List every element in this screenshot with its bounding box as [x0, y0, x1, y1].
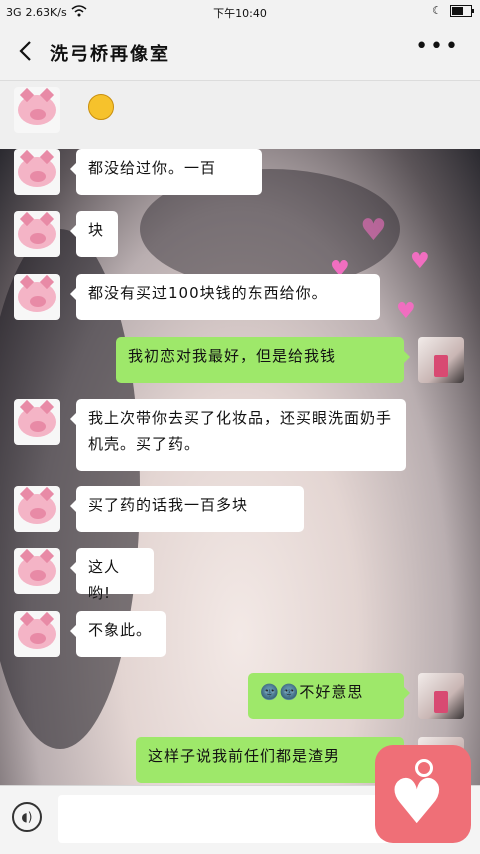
- message-text: 不好意思: [299, 683, 364, 701]
- message-bubble[interactable]: 这人哟!: [70, 548, 154, 602]
- battery-fill: [452, 6, 463, 15]
- pig-icon: [18, 548, 56, 586]
- message-bubble[interactable]: 不象此。: [70, 611, 166, 657]
- message-bubble[interactable]: 我初恋对我最好，但是给我钱: [116, 337, 410, 383]
- contact-avatar[interactable]: [14, 211, 60, 257]
- contact-avatar[interactable]: [14, 274, 60, 320]
- chat-top-strip: [0, 81, 480, 149]
- message-input[interactable]: [58, 795, 392, 843]
- my-avatar[interactable]: [418, 337, 464, 383]
- message-bubble[interactable]: 我上次带你去买了化妆品，还买眼洗面奶手机壳。买了药。: [70, 399, 406, 471]
- contact-avatar[interactable]: [14, 87, 60, 133]
- voice-icon[interactable]: ◖): [12, 802, 42, 832]
- pig-icon: [18, 211, 56, 249]
- pig-icon: [18, 87, 56, 125]
- pig-icon: [18, 149, 56, 187]
- heart-decoration: ♥: [396, 299, 416, 324]
- moon-emoji: 🌚🌚: [260, 683, 300, 701]
- chat-area[interactable]: ♥ ♥ ♥ ♥ 都没给过你。一百 块 都没有买过100块钱的东西给你。 我初恋对…: [0, 81, 480, 785]
- battery-icon: [450, 4, 474, 17]
- status-time: 下午10:40: [213, 7, 267, 20]
- contact-avatar[interactable]: [14, 149, 60, 195]
- contact-avatar[interactable]: [14, 548, 60, 594]
- moon-icon: ☾: [432, 4, 442, 17]
- pig-icon: [18, 399, 56, 437]
- message-bubble[interactable]: 🌚🌚不好意思: [248, 673, 410, 719]
- grin-emoji-icon: [88, 94, 114, 120]
- avatar-cup: [434, 355, 448, 377]
- message-bubble[interactable]: 都没给过你。一百: [70, 149, 262, 195]
- chevron-left-icon[interactable]: [14, 38, 40, 64]
- more-dots-icon[interactable]: •••: [415, 34, 460, 59]
- contact-avatar[interactable]: [14, 611, 60, 657]
- message-bubble[interactable]: 都没有买过100块钱的东西给你。: [70, 274, 380, 320]
- my-avatar[interactable]: [418, 673, 464, 719]
- contact-avatar[interactable]: [14, 486, 60, 532]
- message-bubble[interactable]: 块: [70, 211, 118, 257]
- heart-decoration: ♥: [410, 249, 430, 274]
- fab-heart: ♥: [389, 765, 445, 838]
- status-right: ☾: [432, 4, 474, 17]
- message-bubble[interactable]: 这样子说我前任们都是渣男: [136, 737, 404, 783]
- contact-avatar[interactable]: [14, 399, 60, 445]
- avatar-cup: [434, 691, 448, 713]
- heart-decoration: ♥: [360, 213, 387, 248]
- pig-icon: [18, 486, 56, 524]
- chat-header: 洗弓桥再像室 •••: [0, 24, 480, 81]
- heart-app-icon[interactable]: ♥: [375, 745, 471, 843]
- message-bubble[interactable]: 买了药的话我一百多块: [70, 486, 304, 532]
- pig-icon: [18, 274, 56, 312]
- status-bar: 3G 2.63K/s 下午10:40 ☾: [0, 0, 480, 24]
- pig-icon: [18, 611, 56, 649]
- chat-title: 洗弓桥再像室: [50, 44, 170, 65]
